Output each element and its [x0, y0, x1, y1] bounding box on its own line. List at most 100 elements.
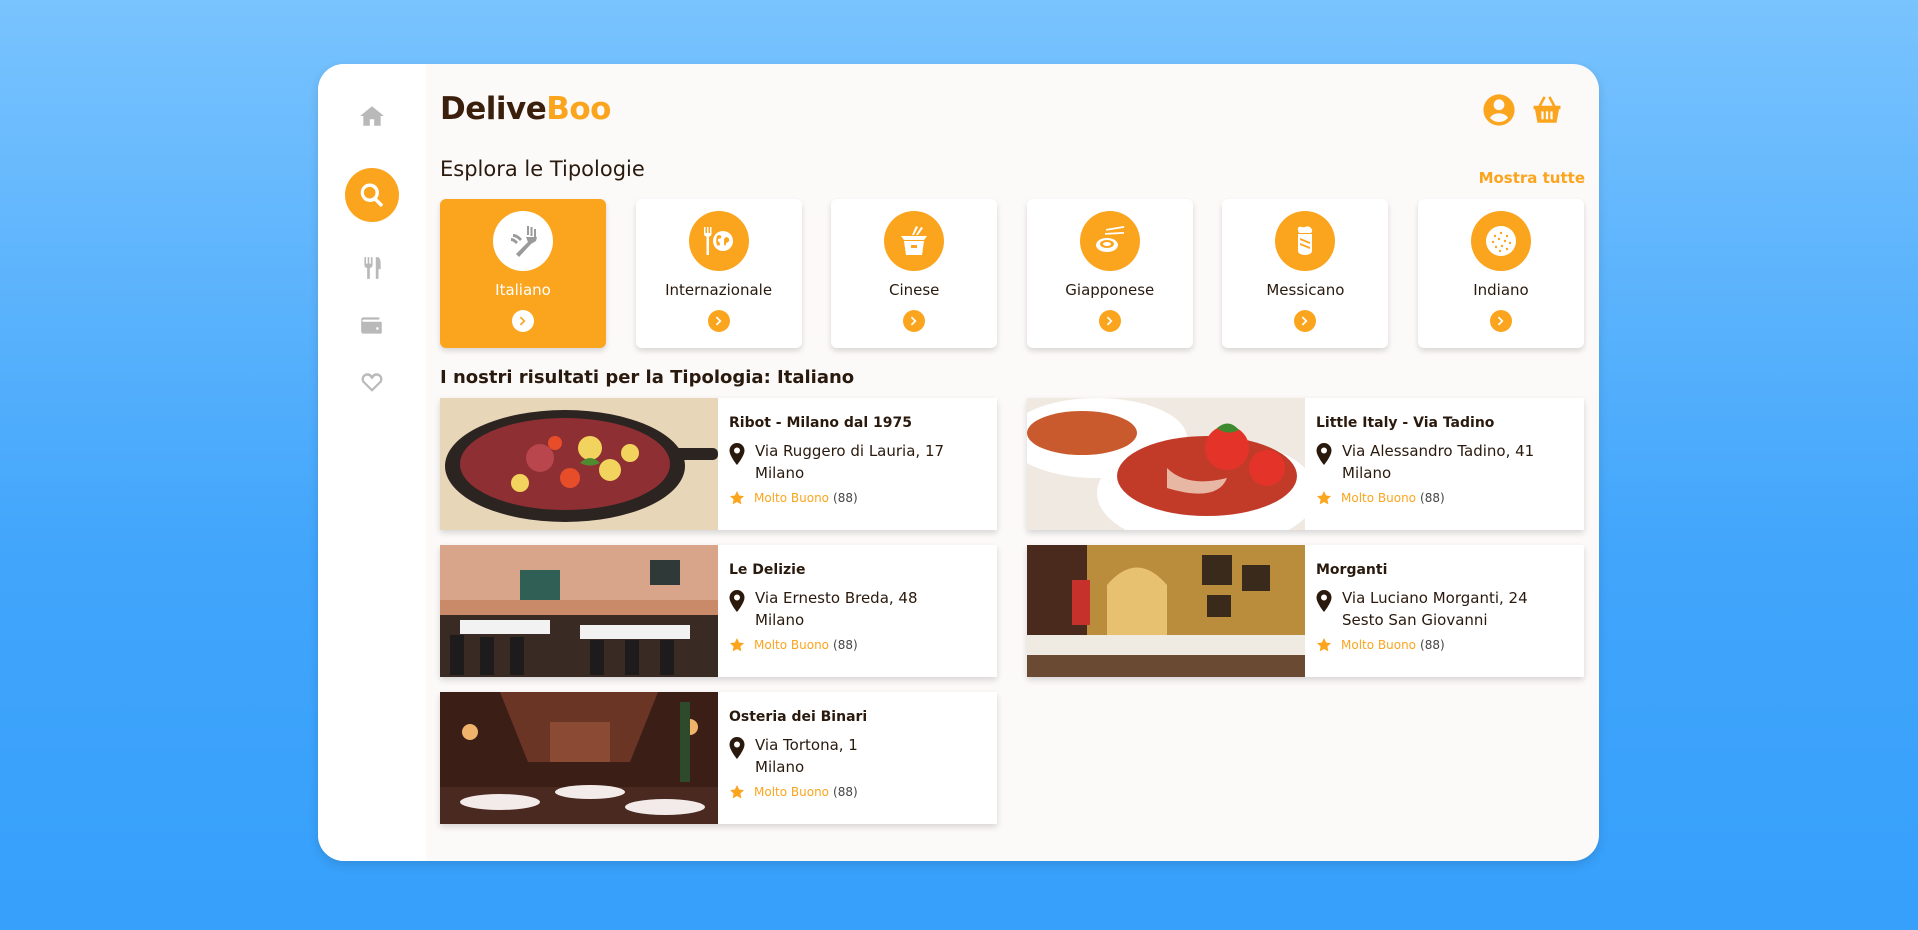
- heart-icon: [361, 373, 383, 392]
- restaurant-address: Via Ruggero di Lauria, 17 Milano: [729, 440, 997, 484]
- wallet-icon: [361, 317, 382, 334]
- restaurant-info: Osteria dei Binari Via Tortona, 1 Milano…: [718, 692, 997, 824]
- map-pin-icon: [1316, 443, 1332, 465]
- logo[interactable]: DeliveBoo: [440, 91, 611, 127]
- map-pin-icon: [729, 443, 745, 465]
- restaurant-info: Little Italy - Via Tadino Via Alessandro…: [1305, 398, 1584, 530]
- restaurant-image: [440, 398, 718, 530]
- restaurant-address: Via Tortona, 1 Milano: [729, 734, 997, 778]
- sidebar: [318, 64, 426, 861]
- type-label: Giapponese: [1065, 281, 1155, 299]
- restaurant-street: Via Alessandro Tadino, 41: [1342, 442, 1535, 460]
- restaurant-name: Ribot - Milano dal 1975: [729, 415, 913, 431]
- rating-count: (88): [833, 638, 858, 652]
- restaurant-city: Milano: [1342, 464, 1392, 482]
- type-icon-wrap: [1470, 211, 1531, 271]
- restaurant-image: [1027, 545, 1305, 677]
- sidebar-item-search[interactable]: [345, 168, 399, 222]
- star-icon: [730, 491, 744, 505]
- type-card-italiano[interactable]: Italiano: [440, 199, 606, 348]
- user-circle-icon: [1483, 94, 1515, 126]
- restaurant-card[interactable]: Little Italy - Via Tadino Via Alessandro…: [1027, 398, 1584, 530]
- restaurant-city: Sesto San Giovanni: [1342, 611, 1488, 629]
- restaurant-street: Via Ruggero di Lauria, 17: [755, 442, 945, 460]
- restaurant-street: Via Ernesto Breda, 48: [755, 589, 918, 607]
- type-arrow-button[interactable]: [1489, 310, 1512, 332]
- type-label: Indiano: [1473, 281, 1529, 299]
- type-arrow-button[interactable]: [1098, 310, 1121, 332]
- type-arrow-button[interactable]: [1294, 310, 1317, 332]
- star-icon: [1317, 638, 1331, 652]
- main-content: DeliveBoo Esplora le Tipologie Mostra tu…: [426, 64, 1599, 861]
- rating-count: (88): [1420, 638, 1445, 652]
- restaurant-rating: Molto Buono (88): [729, 784, 997, 800]
- search-icon: [360, 183, 384, 208]
- sidebar-item-restaurants[interactable]: [352, 248, 392, 288]
- restaurant-street: Via Tortona, 1: [755, 736, 858, 754]
- cart-button[interactable]: [1528, 91, 1566, 129]
- type-card-messicano[interactable]: Messicano: [1222, 199, 1389, 348]
- type-card-giapponese[interactable]: Giapponese: [1026, 199, 1193, 348]
- type-cards: Italiano Internazionale Cinese Giappones…: [440, 199, 1584, 348]
- type-label: Messicano: [1266, 281, 1345, 299]
- type-arrow-button[interactable]: [512, 310, 534, 332]
- restaurant-image: [440, 545, 718, 677]
- restaurant-address: Via Luciano Morganti, 24 Sesto San Giova…: [1316, 587, 1584, 631]
- sidebar-item-home[interactable]: [352, 96, 392, 136]
- sidebar-item-favorites[interactable]: [352, 362, 392, 402]
- restaurant-city: Milano: [755, 758, 805, 776]
- rating-label: Molto Buono: [1341, 638, 1417, 652]
- rating-count: (88): [833, 785, 858, 799]
- restaurant-info: Ribot - Milano dal 1975 Via Ruggero di L…: [718, 398, 997, 530]
- restaurant-card[interactable]: Osteria dei Binari Via Tortona, 1 Milano…: [440, 692, 997, 824]
- chevron-right-icon: [519, 316, 526, 326]
- type-label: Internazionale: [665, 281, 773, 299]
- restaurant-city: Milano: [755, 464, 805, 482]
- show-all-link[interactable]: Mostra tutte: [1479, 169, 1585, 187]
- type-card-cinese[interactable]: Cinese: [831, 199, 998, 348]
- star-icon: [1317, 491, 1331, 505]
- restaurant-city: Milano: [755, 611, 805, 629]
- restaurant-rating: Molto Buono (88): [1316, 637, 1584, 653]
- type-card-indiano[interactable]: Indiano: [1417, 199, 1584, 348]
- restaurant-address: Via Ernesto Breda, 48 Milano: [729, 587, 997, 631]
- app-window: DeliveBoo Esplora le Tipologie Mostra tu…: [318, 64, 1599, 861]
- type-arrow-button[interactable]: [707, 310, 730, 332]
- type-icon-wrap: [688, 211, 749, 271]
- type-icon-wrap: [493, 211, 553, 271]
- user-account-button[interactable]: [1480, 91, 1518, 129]
- restaurant-info: Le Delizie Via Ernesto Breda, 48 Milano …: [718, 545, 997, 677]
- chevron-right-icon: [1106, 316, 1113, 326]
- type-label: Italiano: [495, 281, 551, 299]
- rating-count: (88): [833, 491, 858, 505]
- restaurant-name: Le Delizie: [729, 562, 806, 578]
- map-pin-icon: [1316, 590, 1332, 612]
- restaurant-rating: Molto Buono (88): [729, 490, 997, 506]
- restaurant-card[interactable]: Morganti Via Luciano Morganti, 24 Sesto …: [1027, 545, 1584, 677]
- restaurant-card[interactable]: Ribot - Milano dal 1975 Via Ruggero di L…: [440, 398, 997, 530]
- map-pin-icon: [729, 737, 745, 759]
- sidebar-item-wallet[interactable]: [352, 305, 392, 345]
- type-arrow-button[interactable]: [903, 310, 926, 332]
- type-icon-wrap: [884, 211, 945, 271]
- restaurant-rating: Molto Buono (88): [729, 637, 997, 653]
- rating-label: Molto Buono: [754, 638, 830, 652]
- chevron-right-icon: [1497, 316, 1504, 326]
- restaurant-rating: Molto Buono (88): [1316, 490, 1584, 506]
- rating-label: Molto Buono: [1341, 491, 1417, 505]
- pasta-fork-icon: [511, 226, 537, 257]
- chevron-right-icon: [1302, 316, 1308, 326]
- restaurant-street: Via Luciano Morganti, 24: [1342, 589, 1528, 607]
- chevron-right-icon: [715, 316, 722, 326]
- restaurant-card[interactable]: Le Delizie Via Ernesto Breda, 48 Milano …: [440, 545, 997, 677]
- naan-icon: [1485, 226, 1516, 256]
- takeout-box-icon: [901, 226, 928, 255]
- logo-part-1: Delive: [440, 91, 547, 127]
- type-icon-wrap: [1079, 211, 1140, 271]
- restaurant-name: Osteria dei Binari: [729, 709, 868, 725]
- restaurant-image: [440, 692, 718, 824]
- restaurant-name: Morganti: [1316, 562, 1388, 578]
- type-card-internazionale[interactable]: Internazionale: [635, 199, 802, 348]
- map-pin-icon: [729, 590, 745, 612]
- chevron-right-icon: [910, 316, 917, 326]
